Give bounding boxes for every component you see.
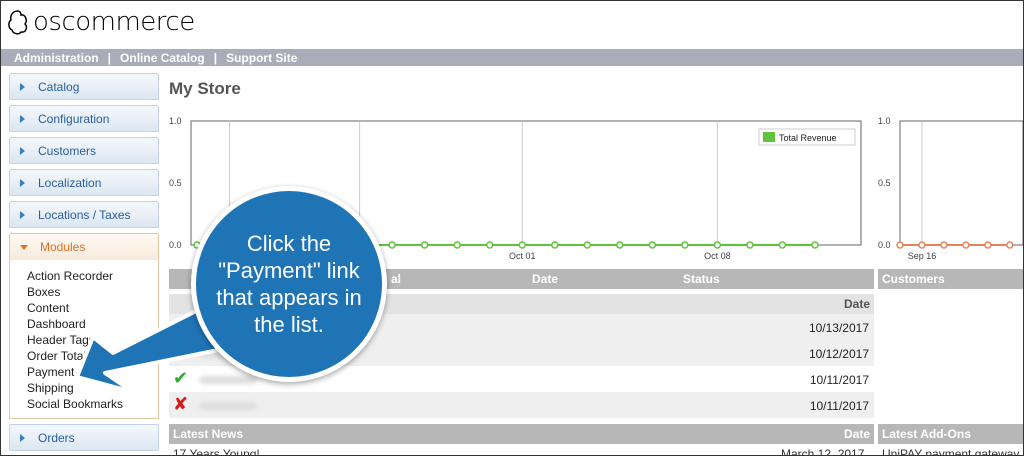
- callout-text: Click the "Payment" link that appears in…: [216, 231, 362, 337]
- tutorial-callout: Click the "Payment" link that appears in…: [191, 186, 387, 382]
- callout-arrow-icon: [75, 299, 240, 394]
- page-frame: oscommerce Administration | Online Catal…: [0, 0, 1024, 456]
